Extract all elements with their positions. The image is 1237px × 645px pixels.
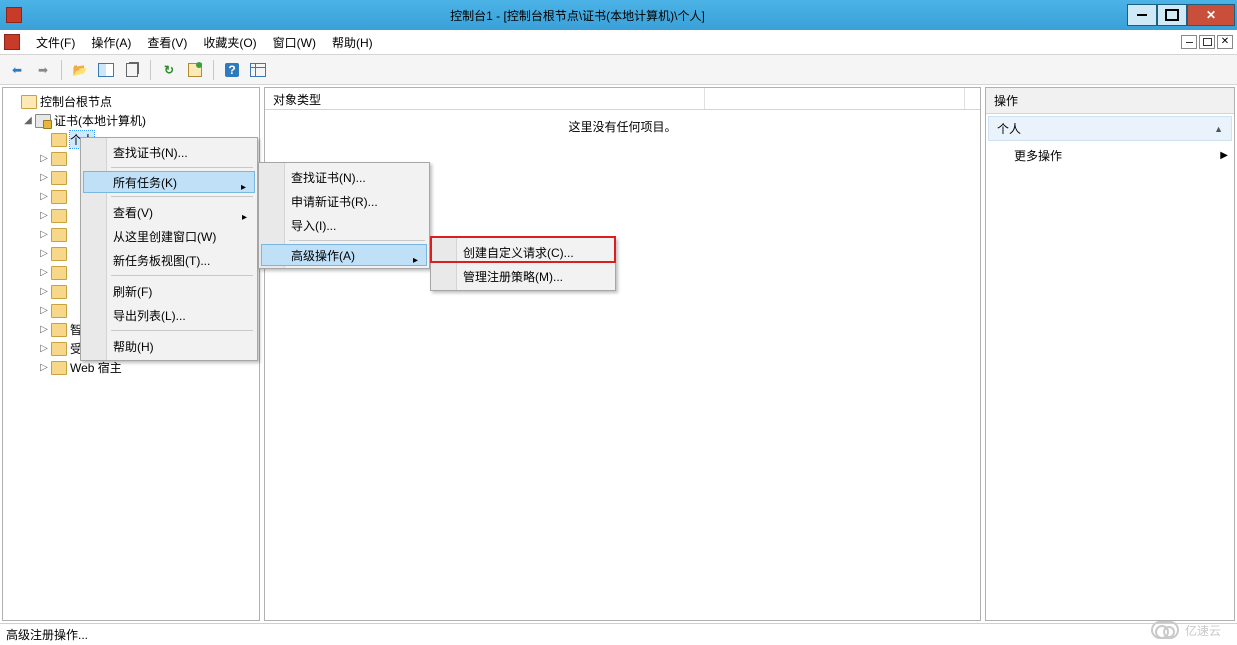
mdi-app-icon	[4, 34, 20, 50]
window-close-button[interactable]	[1187, 4, 1235, 26]
watermark-text: 亿速云	[1185, 622, 1221, 639]
watermark-logo-icon	[1151, 621, 1179, 639]
window-minimize-button[interactable]	[1127, 4, 1157, 26]
menu-action[interactable]: 操作(A)	[83, 31, 139, 54]
status-text: 高级注册操作...	[6, 626, 88, 643]
context-menu-1: 查找证书(N)... 所有任务(K) 查看(V) 从这里创建窗口(W) 新任务板…	[80, 137, 258, 361]
toolbar-view-button[interactable]	[247, 59, 269, 81]
actions-context-label: 个人	[997, 120, 1021, 137]
context-menu-2: 查找证书(N)... 申请新证书(R)... 导入(I)... 高级操作(A)	[258, 162, 430, 269]
actions-more-label: 更多操作	[1014, 147, 1062, 164]
list-header: 对象类型	[265, 88, 980, 110]
ctx3-manage-policies[interactable]: 管理注册策略(M)...	[433, 264, 613, 288]
ctx1-new-window[interactable]: 从这里创建窗口(W)	[83, 224, 255, 248]
ctx1-help[interactable]: 帮助(H)	[83, 334, 255, 358]
tree-web-host-label: Web 宿主	[70, 359, 122, 376]
empty-message: 这里没有任何项目。	[265, 110, 980, 135]
ctx1-find-cert[interactable]: 查找证书(N)...	[83, 140, 255, 164]
tree-cert-root-label: 证书(本地计算机)	[54, 112, 146, 129]
ctx2-request-cert[interactable]: 申请新证书(R)...	[261, 189, 427, 213]
window-maximize-button[interactable]	[1157, 4, 1187, 26]
status-bar: 高级注册操作...	[0, 623, 1237, 645]
ctx1-refresh[interactable]: 刷新(F)	[83, 279, 255, 303]
mdi-close-button[interactable]	[1217, 35, 1233, 49]
title-bar: 控制台1 - [控制台根节点\证书(本地计算机)\个人]	[0, 0, 1237, 30]
toolbar-showhide-tree-button[interactable]	[95, 59, 117, 81]
menu-favorites[interactable]: 收藏夹(O)	[195, 31, 264, 54]
tree-root[interactable]: 控制台根节点	[5, 92, 257, 111]
toolbar-forward-button[interactable]	[32, 59, 54, 81]
actions-pane: 操作 个人 ▲ 更多操作 ▶	[985, 87, 1235, 621]
menu-file[interactable]: 文件(F)	[28, 31, 83, 54]
toolbar	[0, 55, 1237, 85]
mdi-restore-button[interactable]	[1199, 35, 1215, 49]
ctx1-view[interactable]: 查看(V)	[83, 200, 255, 224]
menu-help[interactable]: 帮助(H)	[324, 31, 381, 54]
watermark: 亿速云	[1151, 621, 1221, 639]
collapse-icon: ▲	[1214, 124, 1223, 134]
ctx3-create-custom-request[interactable]: 创建自定义请求(C)...	[433, 240, 613, 264]
menu-view[interactable]: 查看(V)	[139, 31, 195, 54]
toolbar-back-button[interactable]	[6, 59, 28, 81]
tree-root-label: 控制台根节点	[40, 93, 112, 110]
mdi-minimize-button[interactable]	[1181, 35, 1197, 49]
column-object-type[interactable]: 对象类型	[265, 88, 705, 109]
app-icon	[6, 7, 22, 23]
ctx2-find-cert[interactable]: 查找证书(N)...	[261, 165, 427, 189]
toolbar-help-button[interactable]	[221, 59, 243, 81]
toolbar-export-button[interactable]	[184, 59, 206, 81]
submenu-arrow-icon: ▶	[1220, 150, 1228, 161]
window-title: 控制台1 - [控制台根节点\证书(本地计算机)\个人]	[28, 7, 1127, 24]
toolbar-up-button[interactable]	[69, 59, 91, 81]
menu-window[interactable]: 窗口(W)	[265, 31, 324, 54]
actions-title: 操作	[986, 88, 1234, 114]
ctx1-export[interactable]: 导出列表(L)...	[83, 303, 255, 327]
ctx2-import[interactable]: 导入(I)...	[261, 213, 427, 237]
ctx2-advanced[interactable]: 高级操作(A)	[261, 244, 427, 266]
ctx1-new-taskpad[interactable]: 新任务板视图(T)...	[83, 248, 255, 272]
actions-more[interactable]: 更多操作 ▶	[986, 143, 1234, 168]
tree-cert-root[interactable]: ◢ 证书(本地计算机)	[5, 111, 257, 130]
context-menu-3: 创建自定义请求(C)... 管理注册策略(M)...	[430, 237, 616, 291]
menu-bar: 文件(F) 操作(A) 查看(V) 收藏夹(O) 窗口(W) 帮助(H)	[0, 30, 1237, 55]
column-blank[interactable]	[705, 88, 965, 109]
actions-context-header[interactable]: 个人 ▲	[988, 116, 1232, 141]
ctx1-all-tasks[interactable]: 所有任务(K)	[83, 171, 255, 193]
toolbar-refresh-button[interactable]	[158, 59, 180, 81]
toolbar-properties-button[interactable]	[121, 59, 143, 81]
